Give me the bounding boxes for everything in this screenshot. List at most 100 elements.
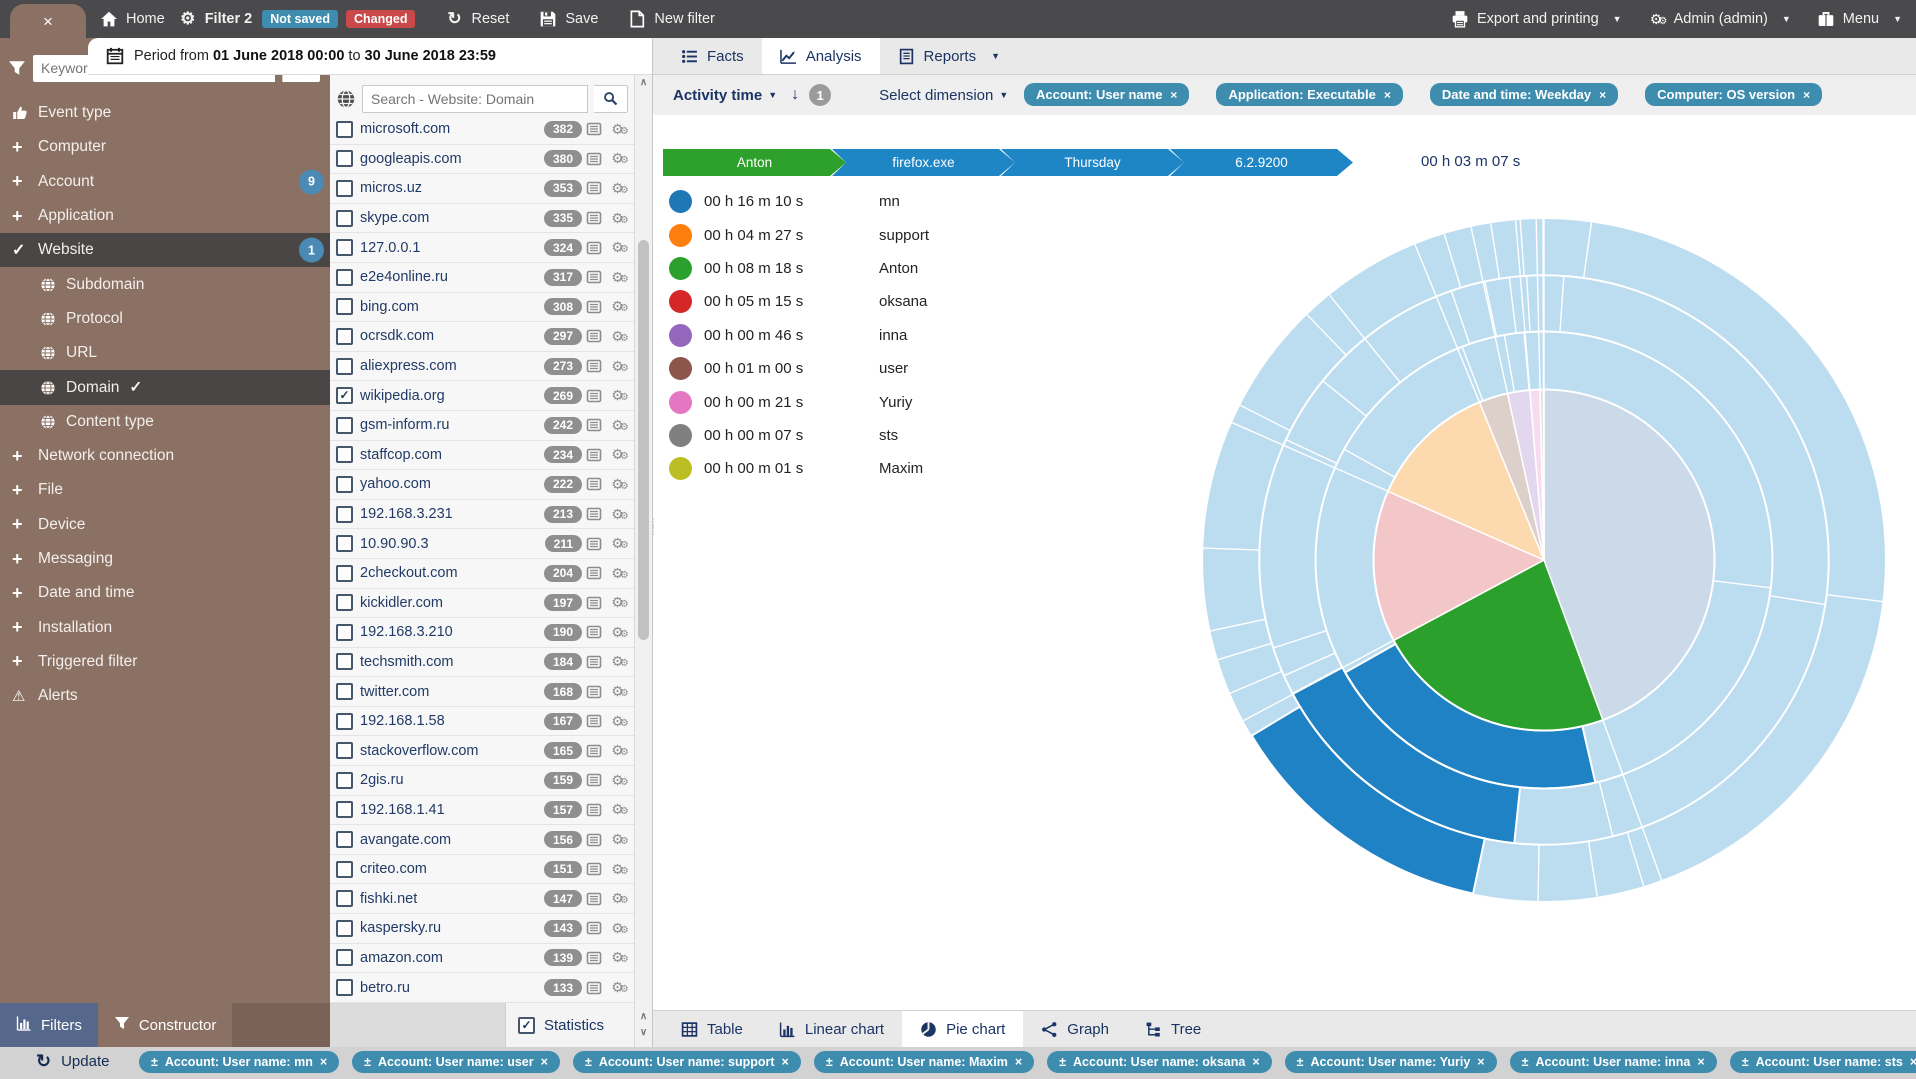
domain-row-kaspersky-ru[interactable]: kaspersky.ru143⚙⚙ bbox=[330, 914, 634, 944]
remove-icon[interactable]: × bbox=[1599, 88, 1606, 102]
domain-row-twitter-com[interactable]: twitter.com168⚙⚙ bbox=[330, 677, 634, 707]
settings-gears-icon[interactable]: ⚙⚙ bbox=[606, 890, 630, 907]
filter-name-button[interactable]: ⚙ Filter 2 bbox=[179, 10, 253, 28]
domain-name[interactable]: yahoo.com bbox=[360, 476, 431, 492]
domain-search-input[interactable] bbox=[362, 85, 588, 113]
legend-item-maxim[interactable]: 00 h 00 m 01 sMaxim bbox=[669, 452, 929, 485]
value-chip-support[interactable]: ±Account: User name: support× bbox=[573, 1051, 801, 1073]
sidebar-item-domain[interactable]: Domain✓ bbox=[0, 370, 330, 404]
save-button[interactable]: Save bbox=[539, 10, 598, 28]
domain-name[interactable]: kickidler.com bbox=[360, 595, 443, 611]
chip-toggle-sign[interactable]: ± bbox=[1059, 1055, 1066, 1069]
chart-tab-linear-chart[interactable]: Linear chart bbox=[761, 1011, 902, 1047]
panel-resize-handle[interactable]: ⁞⁞ bbox=[653, 520, 659, 534]
select-dimension-dropdown[interactable]: Select dimension▼ bbox=[879, 87, 1008, 104]
domain-name[interactable]: 2checkout.com bbox=[360, 565, 458, 581]
domain-row-ocrsdk-com[interactable]: ocrsdk.com297⚙⚙ bbox=[330, 322, 634, 352]
scroll-down-icon[interactable]: ∨ bbox=[635, 1025, 652, 1041]
details-icon[interactable] bbox=[582, 358, 606, 374]
statistics-toggle[interactable]: ✓ Statistics bbox=[505, 1003, 635, 1047]
sidebar-item-messaging[interactable]: +Messaging bbox=[0, 542, 330, 576]
domain-row-techsmith-com[interactable]: techsmith.com184⚙⚙ bbox=[330, 648, 634, 678]
value-chip-oksana[interactable]: ±Account: User name: oksana× bbox=[1047, 1051, 1271, 1073]
domain-checkbox[interactable] bbox=[336, 713, 353, 730]
settings-gears-icon[interactable]: ⚙⚙ bbox=[606, 269, 630, 286]
details-icon[interactable] bbox=[582, 417, 606, 433]
domain-name[interactable]: bing.com bbox=[360, 299, 419, 315]
domain-row-10-90-90-3[interactable]: 10.90.90.3211⚙⚙ bbox=[330, 529, 634, 559]
settings-gears-icon[interactable]: ⚙⚙ bbox=[606, 831, 630, 848]
domain-name[interactable]: stackoverflow.com bbox=[360, 743, 478, 759]
domain-checkbox[interactable] bbox=[336, 861, 353, 878]
details-icon[interactable] bbox=[582, 388, 606, 404]
breadcrumb-segment-6-2-9200[interactable]: 6.2.9200 bbox=[1170, 149, 1353, 176]
domain-row-aliexpress-com[interactable]: aliexpress.com273⚙⚙ bbox=[330, 352, 634, 382]
sidebar-item-installation[interactable]: +Installation bbox=[0, 610, 330, 644]
domain-checkbox[interactable] bbox=[336, 328, 353, 345]
value-chip-maxim[interactable]: ±Account: User name: Maxim× bbox=[814, 1051, 1034, 1073]
domain-checkbox[interactable] bbox=[336, 890, 353, 907]
update-button[interactable]: ↻ Update bbox=[36, 1051, 109, 1072]
breadcrumb-segment-thursday[interactable]: Thursday bbox=[1001, 149, 1184, 176]
domain-name[interactable]: wikipedia.org bbox=[360, 388, 445, 404]
domain-row-googleapis-com[interactable]: googleapis.com380⚙⚙ bbox=[330, 145, 634, 175]
domain-name[interactable]: aliexpress.com bbox=[360, 358, 457, 374]
domain-row-microsoft-com[interactable]: microsoft.com382⚙⚙ bbox=[330, 115, 634, 145]
details-icon[interactable] bbox=[582, 299, 606, 315]
value-chip-sts[interactable]: ±Account: User name: sts× bbox=[1730, 1051, 1916, 1073]
period-bar[interactable]: Period from 01 June 2018 00:00 to 30 Jun… bbox=[88, 38, 652, 75]
chip-toggle-sign[interactable]: ± bbox=[585, 1055, 592, 1069]
sidebar-item-website[interactable]: ✓Website1 bbox=[0, 233, 330, 267]
settings-gears-icon[interactable]: ⚙⚙ bbox=[606, 683, 630, 700]
settings-gears-icon[interactable]: ⚙⚙ bbox=[606, 476, 630, 493]
sidebar-close-tab[interactable]: × bbox=[10, 4, 86, 38]
details-icon[interactable] bbox=[582, 891, 606, 907]
settings-gears-icon[interactable]: ⚙⚙ bbox=[606, 594, 630, 611]
settings-gears-icon[interactable]: ⚙⚙ bbox=[606, 506, 630, 523]
domain-row-criteo-com[interactable]: criteo.com151⚙⚙ bbox=[330, 855, 634, 885]
details-icon[interactable] bbox=[582, 772, 606, 788]
domain-name[interactable]: 192.168.3.210 bbox=[360, 624, 453, 640]
sort-direction-button[interactable]: ↓ bbox=[791, 86, 799, 104]
details-icon[interactable] bbox=[582, 802, 606, 818]
domain-row-e2e4online-ru[interactable]: e2e4online.ru317⚙⚙ bbox=[330, 263, 634, 293]
tab-facts[interactable]: Facts bbox=[663, 38, 762, 74]
domain-name[interactable]: 192.168.1.41 bbox=[360, 802, 445, 818]
domain-row-skype-com[interactable]: skype.com335⚙⚙ bbox=[330, 204, 634, 234]
sidebar-item-account[interactable]: +Account9 bbox=[0, 165, 330, 199]
list-scrollbar[interactable]: ∧ bbox=[634, 75, 652, 1003]
domain-row-2gis-ru[interactable]: 2gis.ru159⚙⚙ bbox=[330, 766, 634, 796]
domain-name[interactable]: microsoft.com bbox=[360, 121, 450, 137]
details-icon[interactable] bbox=[582, 121, 606, 137]
domain-checkbox[interactable] bbox=[336, 565, 353, 582]
chip-toggle-sign[interactable]: ± bbox=[151, 1055, 158, 1069]
breadcrumb-segment-firefox-exe[interactable]: firefox.exe bbox=[832, 149, 1015, 176]
domain-name[interactable]: twitter.com bbox=[360, 684, 429, 700]
value-chip-yuriy[interactable]: ±Account: User name: Yuriy× bbox=[1285, 1051, 1497, 1073]
reset-button[interactable]: ↻ Reset bbox=[445, 10, 509, 28]
domain-checkbox[interactable] bbox=[336, 653, 353, 670]
domain-name[interactable]: 192.168.1.58 bbox=[360, 713, 445, 729]
details-icon[interactable] bbox=[582, 180, 606, 196]
domain-name[interactable]: kaspersky.ru bbox=[360, 920, 441, 936]
details-icon[interactable] bbox=[582, 476, 606, 492]
details-icon[interactable] bbox=[582, 743, 606, 759]
details-icon[interactable] bbox=[582, 950, 606, 966]
chart-tab-table[interactable]: Table bbox=[663, 1011, 761, 1047]
details-icon[interactable] bbox=[582, 447, 606, 463]
domain-checkbox[interactable] bbox=[336, 476, 353, 493]
value-chip-user[interactable]: ±Account: User name: user× bbox=[352, 1051, 560, 1073]
sidebar-item-computer[interactable]: +Computer bbox=[0, 130, 330, 164]
domain-row-betro-ru[interactable]: betro.ru133⚙⚙ bbox=[330, 973, 634, 1003]
domain-checkbox[interactable] bbox=[336, 121, 353, 138]
domain-search-button[interactable] bbox=[594, 85, 628, 113]
tab-filters[interactable]: Filters bbox=[0, 1003, 98, 1047]
home-button[interactable]: Home bbox=[100, 10, 165, 28]
settings-gears-icon[interactable]: ⚙⚙ bbox=[606, 979, 630, 996]
domain-row-micros-uz[interactable]: micros.uz353⚙⚙ bbox=[330, 174, 634, 204]
chip-toggle-sign[interactable]: ± bbox=[1297, 1055, 1304, 1069]
domain-checkbox[interactable] bbox=[336, 446, 353, 463]
domain-checkbox[interactable] bbox=[336, 772, 353, 789]
details-icon[interactable] bbox=[582, 920, 606, 936]
remove-icon[interactable]: × bbox=[1477, 1055, 1484, 1069]
